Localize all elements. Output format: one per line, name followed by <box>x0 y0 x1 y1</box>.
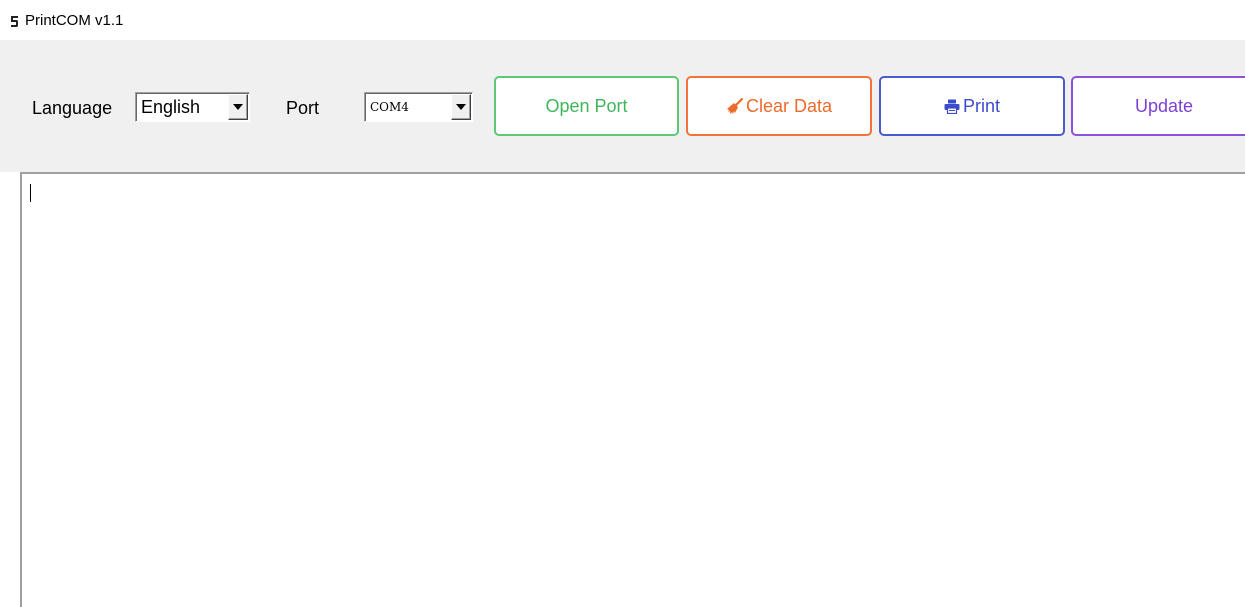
print-button[interactable]: Print <box>879 76 1065 136</box>
clear-data-button-label: Clear Data <box>745 96 833 116</box>
app-logo-icon <box>10 15 19 28</box>
clear-data-button[interactable]: Clear Data <box>686 76 872 136</box>
port-select[interactable]: COM4 <box>364 92 473 122</box>
chevron-down-icon[interactable] <box>451 94 471 120</box>
printer-icon <box>944 99 960 114</box>
port-label: Port <box>286 98 320 118</box>
language-select[interactable]: English <box>135 92 250 122</box>
app-window: PrintCOM v1.1 Language English Port COM4… <box>0 0 1245 607</box>
open-port-button[interactable]: Open Port <box>494 76 679 136</box>
print-button-label: Print <box>962 96 1000 116</box>
update-button-label: Update <box>1134 96 1194 116</box>
update-button[interactable]: Update <box>1071 76 1245 136</box>
language-select-value: English <box>141 97 201 117</box>
text-caret <box>30 184 31 202</box>
toolbar: Language English Port COM4 Open Port Cle… <box>0 40 1245 172</box>
open-port-button-label: Open Port <box>545 96 628 116</box>
language-label: Language <box>32 98 113 118</box>
window-title: PrintCOM v1.1 <box>25 12 124 29</box>
port-select-value: COM4 <box>370 100 409 114</box>
title-bar: PrintCOM v1.1 <box>0 0 1245 40</box>
broom-icon <box>726 97 743 115</box>
output-text-area[interactable] <box>20 172 1245 607</box>
chevron-down-icon[interactable] <box>228 94 248 120</box>
